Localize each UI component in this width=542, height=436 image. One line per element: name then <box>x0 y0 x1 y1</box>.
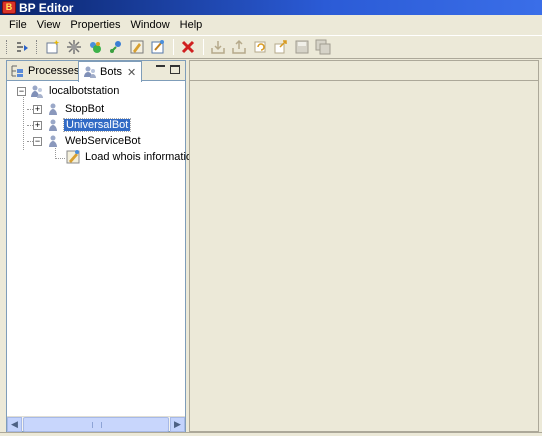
import-button[interactable] <box>208 37 228 57</box>
tree-node-universalbot[interactable]: + UniversalBot <box>33 117 132 133</box>
tree-line <box>23 94 24 150</box>
bot-config-icon <box>90 42 101 53</box>
export-button[interactable] <box>229 37 249 57</box>
tree-node-label: StopBot <box>65 103 105 115</box>
tab-bots-label: Bots <box>100 66 123 78</box>
connect-button[interactable] <box>106 37 126 57</box>
new-process-button[interactable] <box>43 37 63 57</box>
refresh-icon <box>254 41 266 53</box>
tree-node-label: WebServiceBot <box>65 135 141 147</box>
window-title: BP Editor <box>19 0 74 15</box>
tab-bots[interactable]: Bots ✕ <box>78 61 142 82</box>
toolbar <box>0 35 542 59</box>
import-icon <box>211 41 225 54</box>
tree-node-label: localbotstation <box>49 85 120 97</box>
menu-bar: File View Properties Window Help <box>0 15 542 35</box>
bp-editor-icon: B <box>2 1 16 14</box>
collapse-icon[interactable]: − <box>33 136 42 146</box>
export-icon <box>232 39 246 54</box>
delete-button[interactable] <box>178 37 198 57</box>
horizontal-scrollbar[interactable]: ◀ ▶ <box>7 416 185 432</box>
botstation-icon <box>29 83 45 99</box>
publish-icon <box>274 40 287 54</box>
save-button[interactable] <box>292 37 312 57</box>
tree-node-label: Load whois information <box>85 151 199 163</box>
close-icon[interactable]: ✕ <box>127 66 136 79</box>
new-process-icon <box>46 40 60 54</box>
collapse-icon[interactable]: − <box>17 86 26 96</box>
processes-icon <box>11 64 25 78</box>
toolbar-grip[interactable] <box>6 40 9 54</box>
editor-tab-strip <box>190 61 538 81</box>
tree-node-webservicebot[interactable]: − WebServiceBot <box>33 133 142 149</box>
tree-node-root[interactable]: − localbotstation <box>17 83 120 99</box>
menu-file[interactable]: File <box>4 15 32 35</box>
tree-line <box>55 158 65 159</box>
toolbar-separator-2 <box>203 39 204 55</box>
deploy-button[interactable] <box>64 37 84 57</box>
edit-properties-button[interactable] <box>127 37 147 57</box>
deploy-icon <box>67 40 81 54</box>
wizard-icon <box>151 40 164 54</box>
connect-icon <box>110 41 121 53</box>
bots-view: Processes Bots ✕ − localbotstation + Sto… <box>6 60 198 432</box>
toolbar-separator <box>173 39 174 55</box>
bots-tree: − localbotstation + StopBot + UniversalB… <box>7 82 198 415</box>
wizard-button[interactable] <box>148 37 168 57</box>
save-all-button[interactable] <box>313 37 333 57</box>
bot-icon <box>45 117 61 133</box>
tree-node-label-selected: UniversalBot <box>62 118 132 132</box>
expand-icon[interactable]: + <box>33 104 42 114</box>
menu-window[interactable]: Window <box>126 15 175 35</box>
edit-properties-icon <box>130 40 144 54</box>
delete-icon <box>181 40 195 54</box>
scroll-right-icon[interactable]: ▶ <box>170 417 185 432</box>
view-tab-strip: Processes Bots ✕ <box>7 61 185 82</box>
run-process-icon <box>17 42 28 52</box>
editor-area <box>189 60 539 432</box>
maximize-view-icon[interactable] <box>170 65 180 74</box>
scrollbar-thumb[interactable] <box>23 417 169 432</box>
menu-view[interactable]: View <box>32 15 66 35</box>
save-all-icon <box>315 39 331 55</box>
task-icon <box>65 149 81 165</box>
menu-help[interactable]: Help <box>175 15 208 35</box>
bots-icon <box>83 65 97 79</box>
save-icon <box>295 40 309 54</box>
publish-button[interactable] <box>271 37 291 57</box>
menu-properties[interactable]: Properties <box>65 15 125 35</box>
tab-processes[interactable]: Processes <box>7 61 80 81</box>
run-process-button[interactable] <box>13 37 33 57</box>
toolbar-grip-2[interactable] <box>36 40 39 54</box>
expand-icon[interactable]: + <box>33 120 42 130</box>
title-bar: B BP Editor <box>0 0 542 15</box>
refresh-button[interactable] <box>250 37 270 57</box>
bot-icon <box>45 101 61 117</box>
minimize-view-icon[interactable] <box>155 63 167 75</box>
bot-config-button[interactable] <box>85 37 105 57</box>
tree-node-stopbot[interactable]: + StopBot <box>33 101 105 117</box>
scroll-left-icon[interactable]: ◀ <box>7 417 22 432</box>
tree-node-load-whois[interactable]: Load whois information <box>65 149 199 165</box>
bot-icon <box>45 133 61 149</box>
tab-processes-label: Processes <box>28 65 80 77</box>
status-bar <box>0 432 542 436</box>
